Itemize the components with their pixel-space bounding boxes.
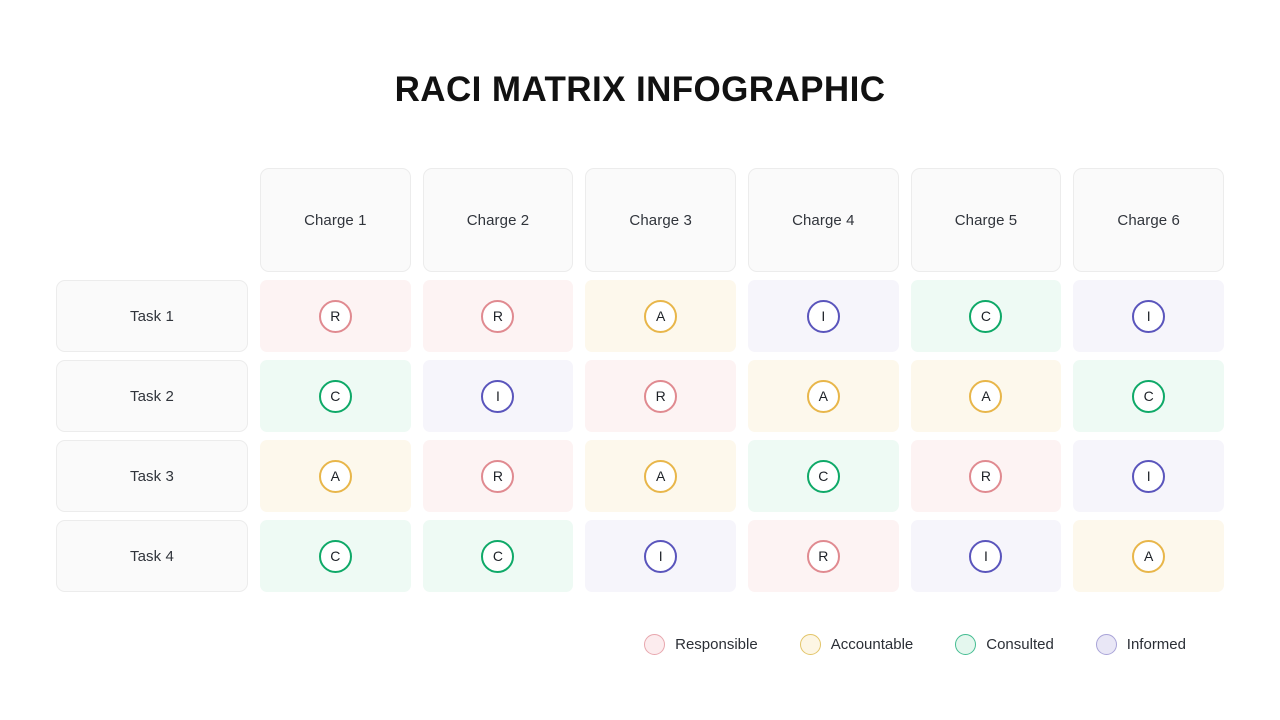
raci-badge-r: R bbox=[806, 539, 840, 573]
raci-badge-a: A bbox=[318, 459, 352, 493]
legend-label: Consulted bbox=[986, 636, 1054, 653]
matrix-cell-task1-charge3[interactable]: A bbox=[585, 280, 736, 352]
raci-badge-a: A bbox=[644, 459, 678, 493]
matrix-cell-task4-charge1[interactable]: C bbox=[260, 520, 411, 592]
matrix-cell-task4-charge3[interactable]: I bbox=[585, 520, 736, 592]
matrix-cell-task3-charge6[interactable]: I bbox=[1073, 440, 1224, 512]
matrix-cell-task1-charge6[interactable]: I bbox=[1073, 280, 1224, 352]
raci-badge-r: R bbox=[481, 299, 515, 333]
matrix-cell-task1-charge5[interactable]: C bbox=[910, 280, 1062, 352]
legend-item-accountable[interactable]: Accountable bbox=[799, 634, 914, 655]
matrix-cell-task1-charge2[interactable]: R bbox=[422, 280, 574, 352]
legend-dot-r-icon bbox=[644, 634, 666, 655]
matrix-cell-task3-charge1[interactable]: A bbox=[260, 440, 411, 512]
raci-badge-a: A bbox=[644, 299, 678, 333]
raci-badge-c: C bbox=[969, 299, 1003, 333]
raci-badge-r: R bbox=[318, 299, 352, 333]
legend: Responsible Accountable Consulted Informed bbox=[56, 634, 1224, 655]
matrix-cell-task3-charge3[interactable]: A bbox=[585, 440, 736, 512]
matrix-cell-task4-charge6[interactable]: A bbox=[1073, 520, 1224, 592]
legend-item-informed[interactable]: Informed bbox=[1095, 634, 1186, 655]
row-header-task-4[interactable]: Task 4 bbox=[56, 520, 248, 592]
raci-badge-i: I bbox=[1132, 299, 1166, 333]
raci-badge-c: C bbox=[318, 539, 352, 573]
raci-badge-a: A bbox=[969, 379, 1003, 413]
raci-badge-c: C bbox=[806, 459, 840, 493]
legend-dot-a-icon bbox=[799, 634, 821, 655]
matrix-cell-task3-charge4[interactable]: C bbox=[748, 440, 899, 512]
matrix-cell-task4-charge2[interactable]: C bbox=[422, 520, 574, 592]
row-header-task-3[interactable]: Task 3 bbox=[56, 440, 248, 512]
column-header-charge-6[interactable]: Charge 6 bbox=[1073, 168, 1224, 272]
raci-badge-c: C bbox=[1132, 379, 1166, 413]
matrix-cell-task2-charge5[interactable]: A bbox=[910, 360, 1062, 432]
column-header-charge-4[interactable]: Charge 4 bbox=[748, 168, 899, 272]
raci-badge-a: A bbox=[1132, 539, 1166, 573]
raci-badge-r: R bbox=[644, 379, 678, 413]
column-header-charge-1[interactable]: Charge 1 bbox=[260, 168, 411, 272]
matrix-cell-task2-charge6[interactable]: C bbox=[1073, 360, 1224, 432]
raci-badge-i: I bbox=[806, 299, 840, 333]
page-title: RACI MATRIX INFOGRAPHIC bbox=[394, 70, 886, 109]
matrix-cell-task2-charge4[interactable]: A bbox=[748, 360, 899, 432]
legend-dot-c-icon bbox=[955, 634, 977, 655]
column-header-charge-5[interactable]: Charge 5 bbox=[910, 168, 1062, 272]
matrix-cell-task2-charge2[interactable]: I bbox=[422, 360, 574, 432]
raci-badge-c: C bbox=[481, 539, 515, 573]
raci-matrix-infographic: RACI MATRIX INFOGRAPHIC Charge 1 Charge 2… bbox=[0, 0, 1280, 720]
raci-badge-r: R bbox=[481, 459, 515, 493]
matrix-cell-task1-charge4[interactable]: I bbox=[748, 280, 899, 352]
matrix-cell-task1-charge1[interactable]: R bbox=[260, 280, 411, 352]
row-header-task-1[interactable]: Task 1 bbox=[56, 280, 248, 352]
raci-badge-r: R bbox=[969, 459, 1003, 493]
legend-label: Responsible bbox=[675, 636, 758, 653]
matrix-cell-task4-charge5[interactable]: I bbox=[910, 520, 1062, 592]
raci-badge-i: I bbox=[1132, 459, 1166, 493]
raci-badge-i: I bbox=[481, 379, 515, 413]
column-header-charge-3[interactable]: Charge 3 bbox=[585, 168, 736, 272]
matrix-corner-spacer bbox=[56, 168, 248, 272]
legend-item-consulted[interactable]: Consulted bbox=[955, 634, 1054, 655]
raci-matrix-grid: Charge 1 Charge 2 Charge 3 Charge 4 Charge 5… bbox=[56, 168, 1224, 592]
matrix-cell-task2-charge1[interactable]: C bbox=[260, 360, 411, 432]
raci-badge-i: I bbox=[644, 539, 678, 573]
legend-dot-i-icon bbox=[1095, 634, 1117, 655]
legend-item-responsible[interactable]: Responsible bbox=[644, 634, 758, 655]
matrix-cell-task3-charge5[interactable]: R bbox=[910, 440, 1062, 512]
raci-badge-a: A bbox=[806, 379, 840, 413]
raci-badge-i: I bbox=[969, 539, 1003, 573]
matrix-cell-task2-charge3[interactable]: R bbox=[585, 360, 736, 432]
matrix-cell-task3-charge2[interactable]: R bbox=[422, 440, 574, 512]
matrix-cell-task4-charge4[interactable]: R bbox=[748, 520, 899, 592]
column-header-charge-2[interactable]: Charge 2 bbox=[422, 168, 574, 272]
raci-badge-c: C bbox=[318, 379, 352, 413]
legend-label: Accountable bbox=[830, 636, 914, 653]
legend-label: Informed bbox=[1126, 636, 1186, 653]
row-header-task-2[interactable]: Task 2 bbox=[56, 360, 248, 432]
